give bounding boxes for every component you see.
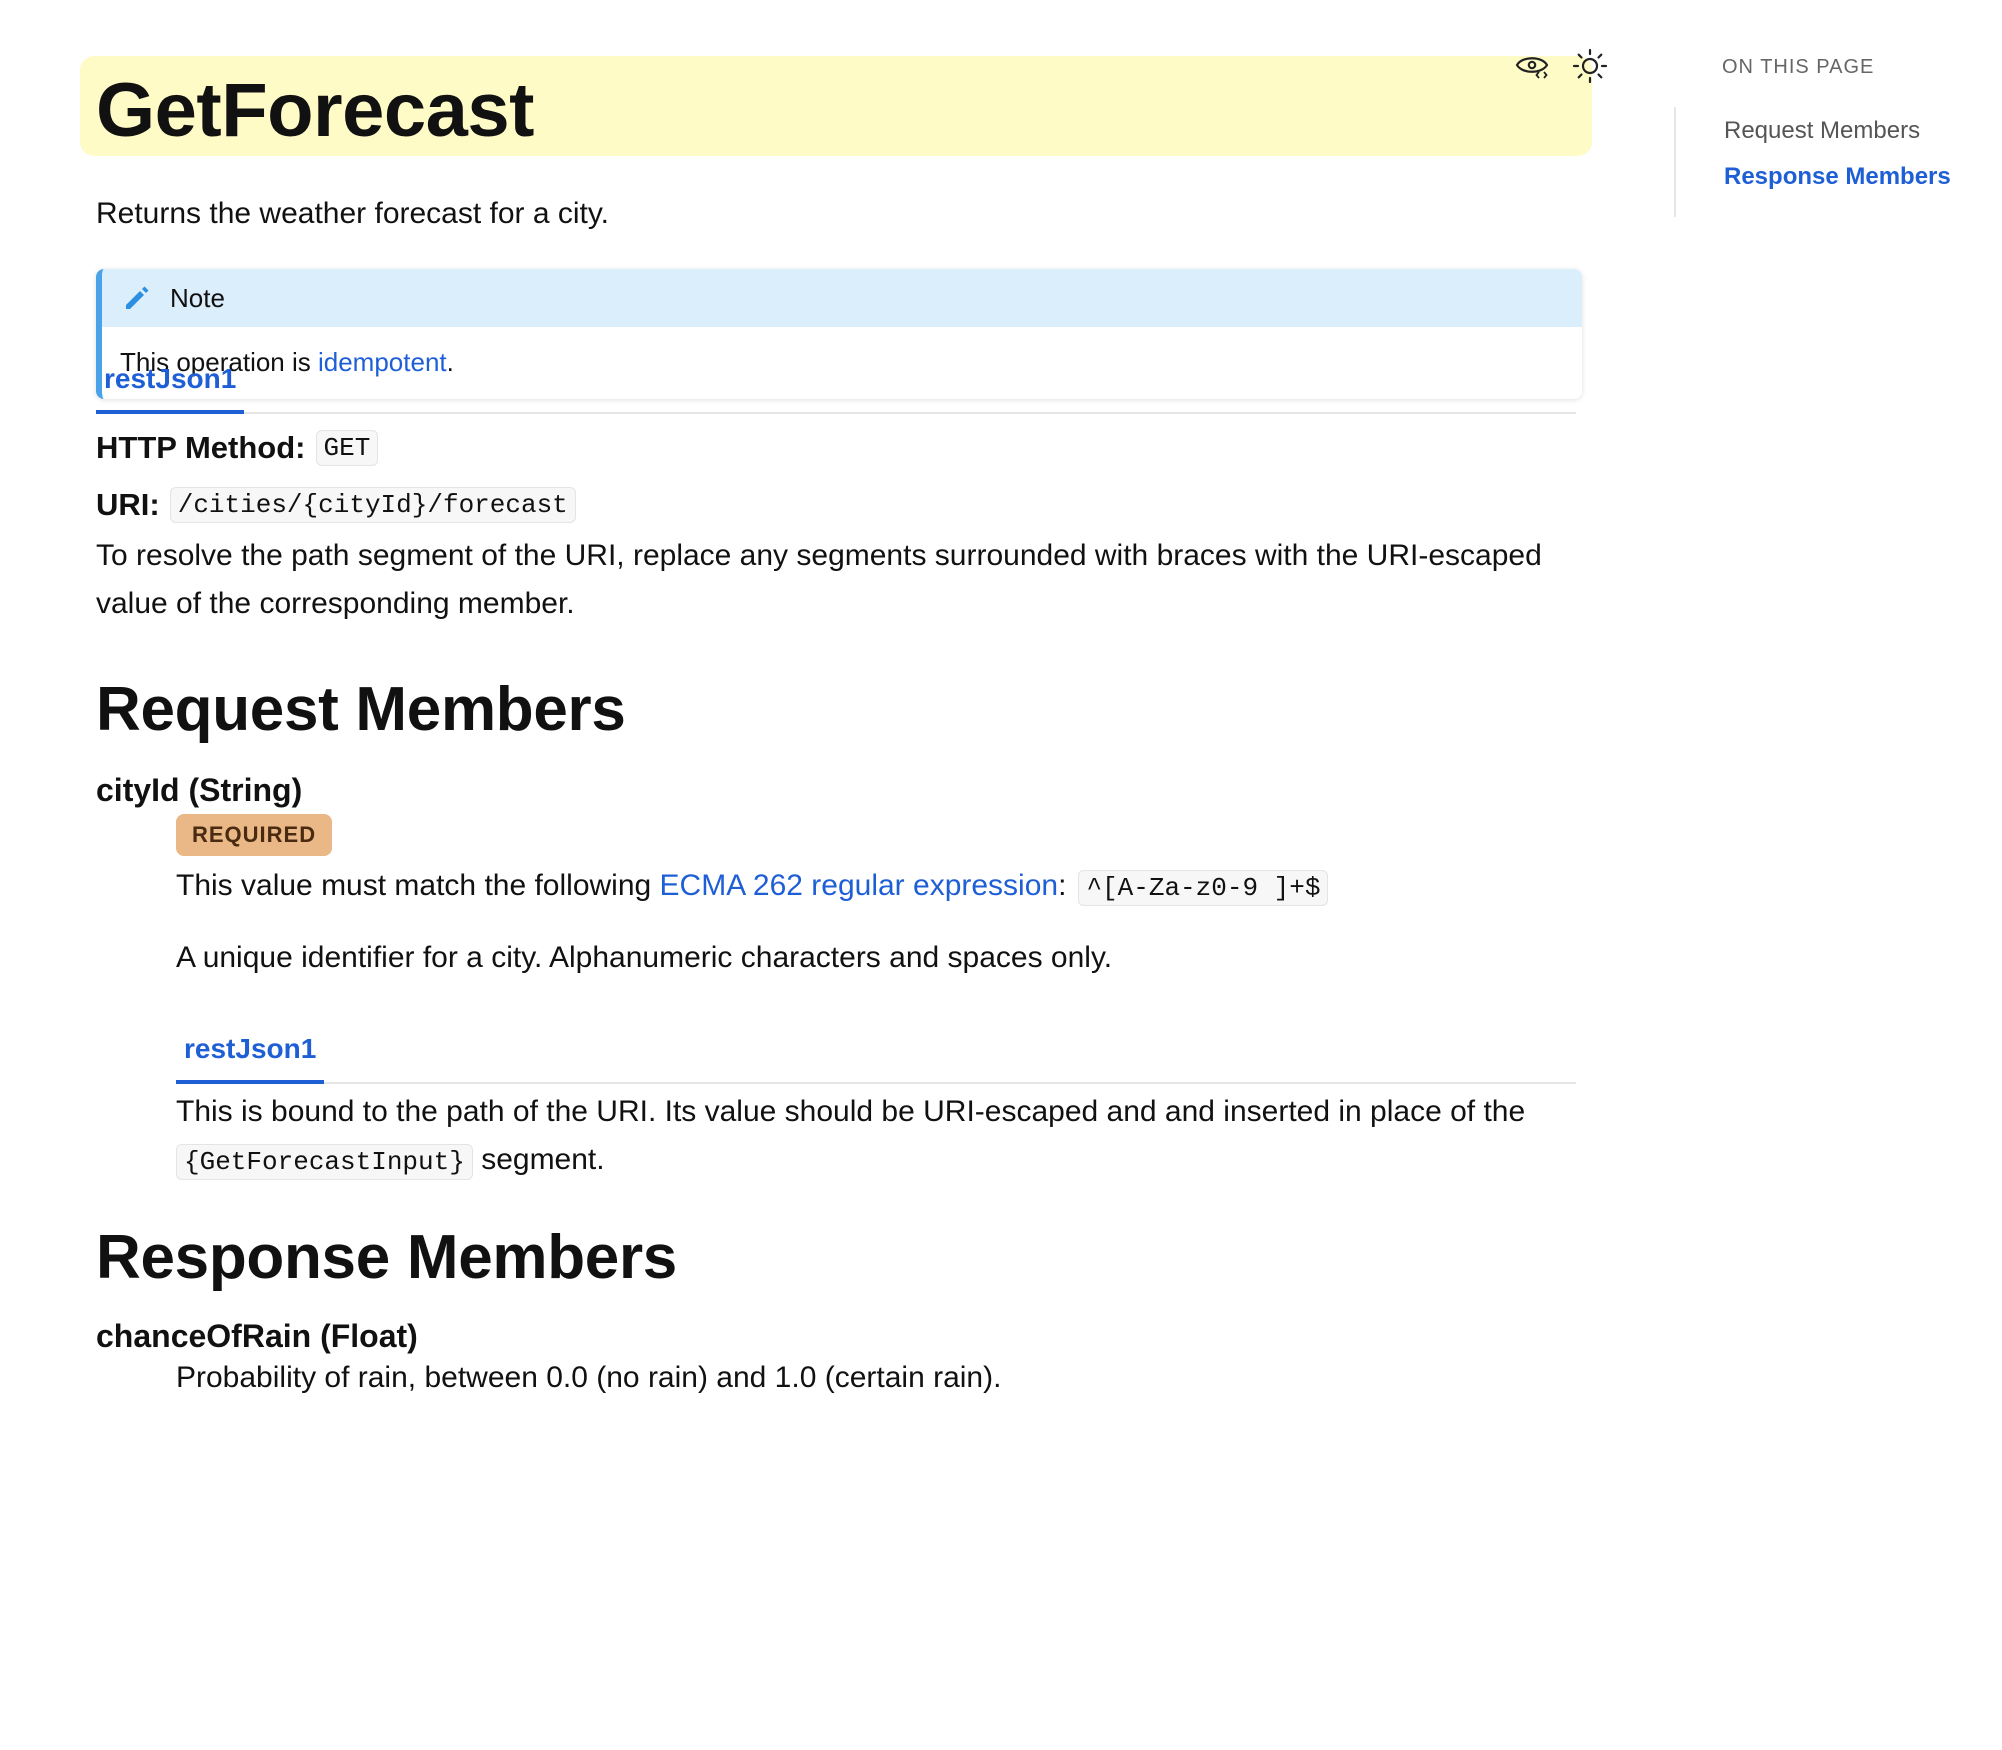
toc-item-request-members[interactable]: Request Members (1724, 117, 1996, 145)
http-method-value: GET (315, 430, 379, 466)
response-members-heading: Response Members (96, 1223, 677, 1292)
pattern-text: This value must match the following (176, 869, 660, 902)
uri: URI: /cities/{cityId}/forecast (96, 487, 576, 523)
protocol-tabs: restJson1 (96, 350, 1576, 414)
chanceofrain-member-name: chanceOfRain (Float) (96, 1318, 418, 1354)
cityid-pattern: This value must match the following ECMA… (176, 862, 1576, 912)
eye-code-icon[interactable] (1514, 48, 1550, 84)
member-protocol-tabs: restJson1 (176, 1020, 1576, 1084)
note-heading: Note (170, 282, 225, 313)
table-of-contents: ON THIS PAGE Request Members Response Me… (1674, 56, 1996, 217)
uri-label: URI: (96, 487, 160, 522)
http-method: HTTP Method: GET (96, 430, 379, 466)
pattern-value: ^[A-Za-z0-9 ]+$ (1078, 870, 1329, 906)
title-toolbar (1514, 48, 1608, 84)
uri-value: /cities/{cityId}/forecast (169, 487, 576, 523)
note-header: Note (102, 269, 1582, 327)
binding-text-end: segment. (472, 1143, 605, 1176)
cityid-member-name: cityId (String) (96, 772, 303, 808)
pencil-icon (122, 283, 152, 313)
tab-restjson1[interactable]: restJson1 (96, 352, 245, 414)
chanceofrain-doc: Probability of rain, between 0.0 (no rai… (176, 1361, 1002, 1394)
member-tab-restjson1[interactable]: restJson1 (176, 1022, 325, 1084)
pattern-colon: : (1058, 869, 1067, 902)
binding-text: This is bound to the path of the URI. It… (176, 1095, 1526, 1128)
cityid-binding: This is bound to the path of the URI. It… (176, 1088, 1576, 1186)
toc-label: ON THIS PAGE (1722, 56, 1875, 78)
required-badge: REQUIRED (176, 814, 333, 856)
cityid-doc: A unique identifier for a city. Alphanum… (176, 941, 1113, 974)
page-description: Returns the weather forecast for a city. (96, 197, 610, 230)
binding-code: {GetForecastInput} (176, 1144, 473, 1180)
toc-item-response-members[interactable]: Response Members (1724, 163, 1996, 191)
uri-resolution-note: To resolve the path segment of the URI, … (96, 539, 1542, 620)
http-method-label: HTTP Method: (96, 430, 306, 465)
sun-icon[interactable] (1572, 48, 1608, 84)
page-title: GetForecast (96, 68, 535, 153)
ecma-regex-link[interactable]: ECMA 262 regular expression (660, 869, 1059, 902)
toc-list: Request Members Response Members (1674, 107, 1996, 217)
request-members-heading: Request Members (96, 675, 626, 744)
